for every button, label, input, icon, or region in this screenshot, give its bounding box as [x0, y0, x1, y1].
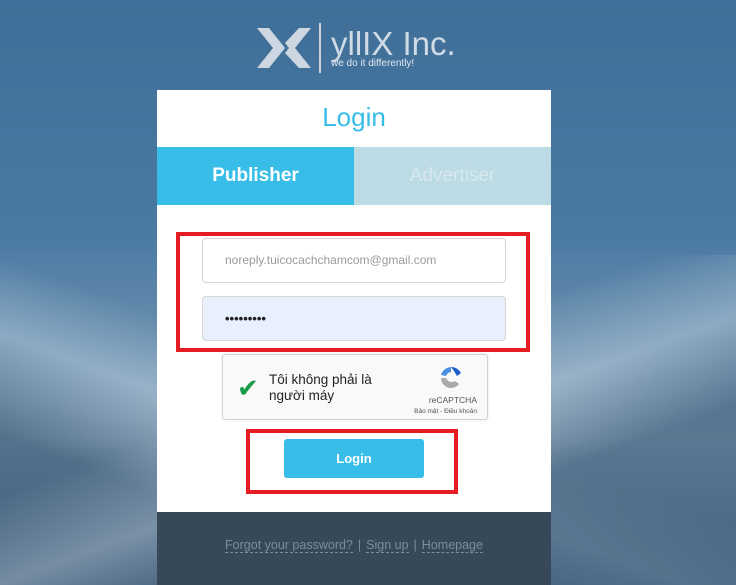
- recaptcha-logo-icon: [441, 366, 461, 388]
- recaptcha-links[interactable]: Bảo mật - Điều khoản: [414, 408, 477, 415]
- logo-divider: [319, 22, 321, 73]
- tab-advertiser[interactable]: Advertiser: [354, 147, 551, 205]
- recaptcha-label: Tôi không phải là người máy: [269, 372, 372, 403]
- recaptcha-widget: ✔ Tôi không phải là người máy reCAPTCHA …: [222, 354, 488, 420]
- brand-name: yllIX Inc.: [331, 24, 456, 62]
- role-tabs: Publisher Advertiser: [157, 147, 551, 205]
- login-title: Login: [322, 102, 386, 132]
- checkmark-icon[interactable]: ✔: [237, 373, 259, 404]
- sign-up-link[interactable]: Sign up: [366, 538, 409, 553]
- tab-publisher[interactable]: Publisher: [157, 147, 354, 205]
- logo-mark-icon: [257, 27, 311, 68]
- separator: |: [413, 538, 417, 552]
- footer-links: Forgot your password? | Sign up | Homepage: [157, 512, 551, 585]
- email-input[interactable]: noreply.tuicocachchamcom@gmail.com: [202, 238, 506, 283]
- logo: yllIX Inc. we do it differently!: [255, 20, 456, 75]
- forgot-password-link[interactable]: Forgot your password?: [225, 538, 353, 553]
- login-card: Login Publisher Advertiser noreply.tuico…: [157, 90, 551, 585]
- password-input[interactable]: •••••••••: [202, 296, 506, 341]
- homepage-link[interactable]: Homepage: [421, 538, 483, 553]
- login-button[interactable]: Login: [284, 439, 424, 478]
- recaptcha-brand: reCAPTCHA: [428, 395, 477, 405]
- separator: |: [357, 538, 362, 552]
